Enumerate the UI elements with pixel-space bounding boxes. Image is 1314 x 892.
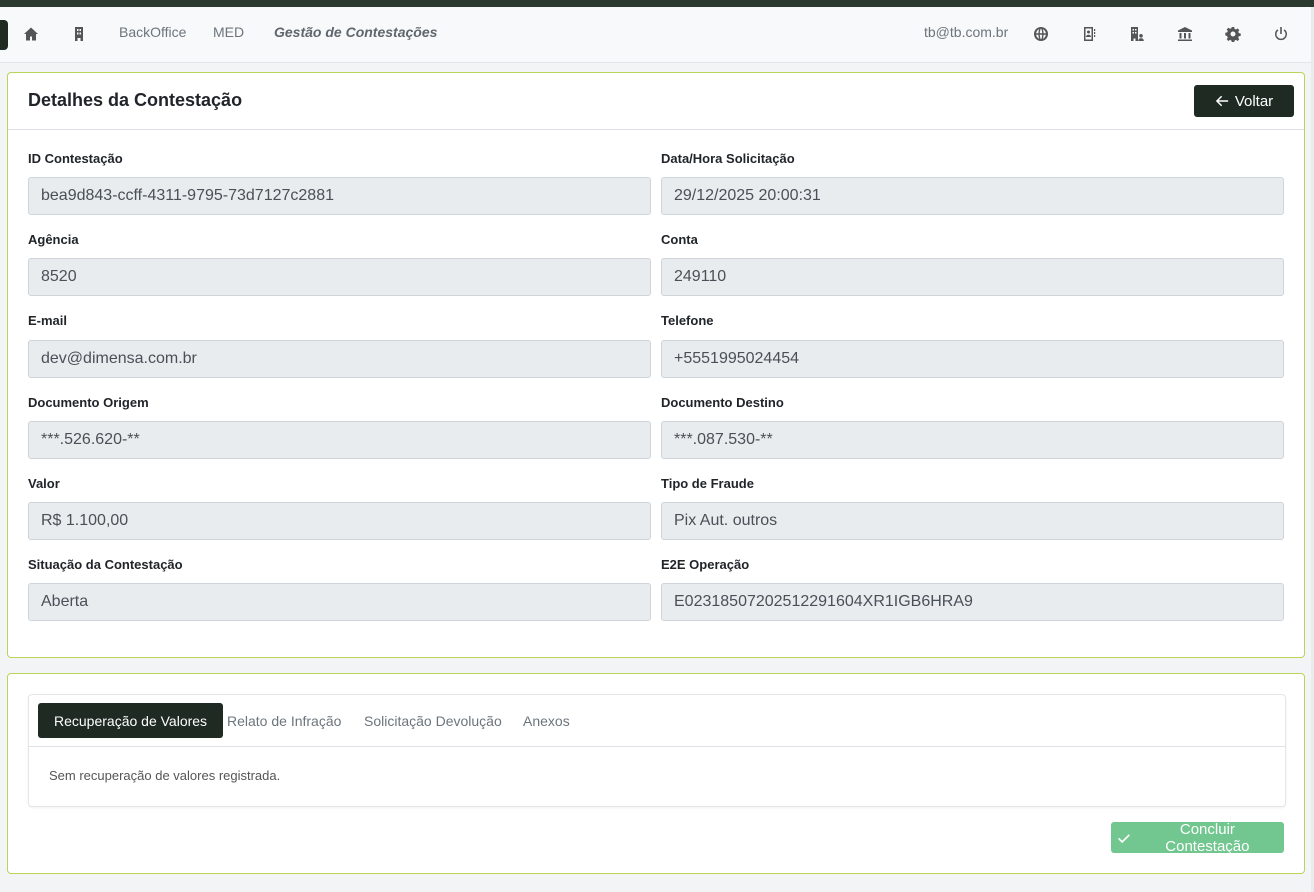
field-label-tipo-fraude: Tipo de Fraude (661, 476, 754, 491)
field-label-email: E-mail (28, 313, 68, 328)
field-label-agencia: Agência (28, 232, 79, 247)
home-icon[interactable] (20, 23, 42, 45)
conclude-button-label: Concluir Contestação (1165, 820, 1250, 855)
conclude-button[interactable]: Concluir Contestação (1111, 820, 1284, 855)
tab-anexos[interactable]: Anexos (523, 703, 570, 738)
back-button[interactable]: Voltar (1194, 85, 1294, 117)
power-icon[interactable] (1270, 23, 1292, 45)
field-label-documento-destino: Documento Destino (661, 395, 784, 410)
top-navbar: BackOffice MED Gestão de Contestações tb… (0, 7, 1314, 63)
field-label-telefone: Telefone (661, 313, 714, 328)
check-icon (1118, 833, 1130, 843)
field-label-situacao: Situação da Contestação (28, 557, 183, 572)
details-card: Detalhes da Contestação Voltar ID Contes… (7, 72, 1305, 658)
bank-icon[interactable] (1174, 23, 1196, 45)
arrow-left-icon (1215, 95, 1228, 107)
gear-icon[interactable] (1222, 23, 1244, 45)
field-agencia: 8520 (28, 258, 651, 296)
field-data-hora: 29/12/2025 20:00:31 (661, 177, 1284, 215)
details-card-header: Detalhes da Contestação Voltar (8, 73, 1304, 130)
back-button-label: Voltar (1234, 92, 1274, 110)
field-documento-destino: ***.087.530-** (661, 421, 1284, 459)
nav-link-gestao-contestacoes[interactable]: Gestão de Contestações (274, 24, 437, 40)
field-label-conta: Conta (661, 232, 698, 247)
field-telefone: +5551995024454 (661, 340, 1284, 378)
tab-content-message: Sem recuperação de valores registrada. (49, 768, 281, 783)
nav-link-med[interactable]: MED (213, 24, 244, 40)
tabs-bar: Recuperação de Valores Relato de Infraçã… (29, 695, 1285, 747)
nav-link-backoffice[interactable]: BackOffice (119, 24, 186, 40)
tab-solicitacao-devolucao[interactable]: Solicitação Devolução (364, 703, 502, 738)
tab-recuperacao-valores[interactable]: Recuperação de Valores (38, 703, 224, 738)
field-e2e-operacao: E02318507202512291604XR1IGB6HRA9 (661, 583, 1284, 621)
field-valor: R$ 1.100,00 (28, 502, 651, 540)
field-conta: 249110 (661, 258, 1284, 296)
top-accent-strip (0, 0, 1314, 7)
field-id-contestacao: bea9d843-ccff-4311-9795-73d7127c2881 (28, 177, 651, 215)
field-label-documento-origem: Documento Origem (28, 395, 149, 410)
field-label-e2e-operacao: E2E Operação (661, 557, 750, 572)
field-email: dev@dimensa.com.br (28, 340, 651, 378)
tab-relato-infracao[interactable]: Relato de Infração (227, 703, 341, 738)
field-label-id-contestacao: ID Contestação (28, 151, 123, 166)
page-title: Detalhes da Contestação (28, 90, 243, 110)
field-tipo-fraude: Pix Aut. outros (661, 502, 1284, 540)
field-documento-origem: ***.526.620-** (28, 421, 651, 459)
field-label-valor: Valor (28, 476, 60, 491)
field-label-data-hora: Data/Hora Solicitação (661, 151, 795, 166)
sidebar-toggle[interactable] (0, 20, 8, 50)
globe-icon[interactable] (1030, 23, 1052, 45)
user-email: tb@tb.com.br (924, 24, 1009, 40)
building-icon[interactable] (68, 23, 90, 45)
tabs-card: Recuperação de Valores Relato de Infraçã… (7, 673, 1305, 874)
tabs-panel: Recuperação de Valores Relato de Infraçã… (28, 694, 1286, 807)
field-situacao: Aberta (28, 583, 651, 621)
building-user-icon[interactable] (1126, 23, 1148, 45)
contact-book-icon[interactable] (1078, 23, 1100, 45)
